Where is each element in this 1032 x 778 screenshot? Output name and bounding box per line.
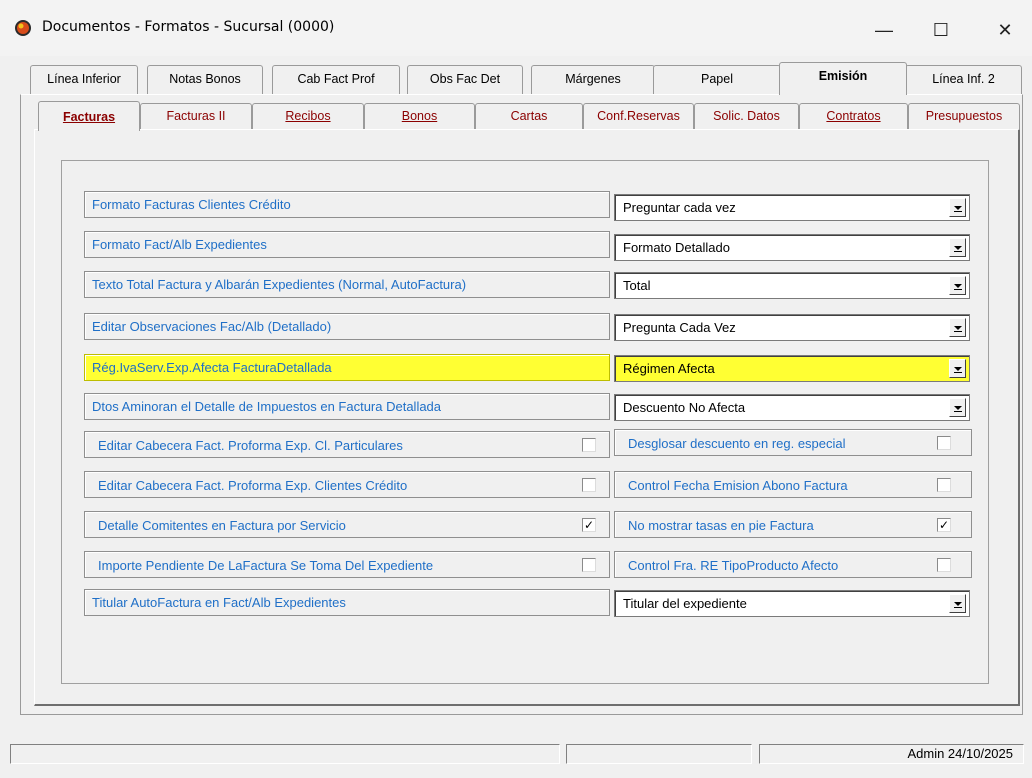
- tab-presupuestos[interactable]: Presupuestos: [908, 103, 1020, 129]
- tab-papel[interactable]: Papel: [653, 65, 781, 94]
- tab-linea-inferior[interactable]: Línea Inferior: [30, 65, 138, 94]
- check-row-no-mostrar-tasas[interactable]: No mostrar tasas en pie Factura ✓: [614, 511, 972, 538]
- select-value: Pregunta Cada Vez: [623, 320, 736, 335]
- app-icon: [15, 20, 31, 36]
- field-label-formato-facturas: Formato Facturas Clientes Crédito: [84, 191, 610, 218]
- checkbox[interactable]: ✓: [582, 518, 596, 532]
- check-row-desglosar-descuento[interactable]: Desglosar descuento en reg. especial: [614, 429, 972, 456]
- select-value: Preguntar cada vez: [623, 200, 736, 215]
- dropdown-arrow-icon[interactable]: [949, 318, 966, 337]
- select-value: Titular del expediente: [623, 596, 747, 611]
- field-label-editar-observaciones: Editar Observaciones Fac/Alb (Detallado): [84, 313, 610, 340]
- select-formato-fact-alb[interactable]: Formato Detallado: [614, 234, 970, 261]
- tab-cartas[interactable]: Cartas: [475, 103, 583, 129]
- tab-facturas[interactable]: Facturas: [38, 101, 140, 131]
- check-row-editar-cabecera-particulares[interactable]: Editar Cabecera Fact. Proforma Exp. Cl. …: [84, 431, 610, 458]
- select-formato-facturas[interactable]: Preguntar cada vez: [614, 194, 970, 221]
- select-value: Formato Detallado: [623, 240, 730, 255]
- select-value: Total: [623, 278, 651, 293]
- checkbox[interactable]: [937, 558, 951, 572]
- title-bar: Documentos - Formatos - Sucursal (0000) …: [0, 0, 1032, 56]
- tab-contratos[interactable]: Contratos: [799, 103, 908, 129]
- check-row-editar-cabecera-credito[interactable]: Editar Cabecera Fact. Proforma Exp. Clie…: [84, 471, 610, 498]
- field-label-dtos-aminoran: Dtos Aminoran el Detalle de Impuestos en…: [84, 393, 610, 420]
- check-label: Detalle Comitentes en Factura por Servic…: [98, 518, 346, 533]
- tab-notas-bonos[interactable]: Notas Bonos: [147, 65, 263, 94]
- check-row-detalle-comitentes[interactable]: Detalle Comitentes en Factura por Servic…: [84, 511, 610, 538]
- tab-bonos[interactable]: Bonos: [364, 103, 475, 129]
- close-button[interactable]: ✕: [982, 10, 1028, 50]
- dropdown-arrow-icon[interactable]: [949, 276, 966, 295]
- check-label: Importe Pendiente De LaFactura Se Toma D…: [98, 558, 434, 573]
- check-row-control-fra-re[interactable]: Control Fra. RE TipoProducto Afecto: [614, 551, 972, 578]
- field-label-reg-iva-serv: Rég.IvaServ.Exp.Afecta FacturaDetallada: [84, 354, 610, 381]
- checkbox[interactable]: [582, 558, 596, 572]
- checkbox[interactable]: [582, 478, 596, 492]
- tab-linea-inf-2[interactable]: Línea Inf. 2: [905, 65, 1022, 94]
- select-titular-autofactura[interactable]: Titular del expediente: [614, 590, 970, 617]
- window-title: Documentos - Formatos - Sucursal (0000): [42, 19, 335, 35]
- tab-cab-fact-prof[interactable]: Cab Fact Prof: [272, 65, 400, 94]
- check-label: Editar Cabecera Fact. Proforma Exp. Clie…: [98, 478, 408, 493]
- select-dtos-aminoran[interactable]: Descuento No Afecta: [614, 394, 970, 421]
- check-label: No mostrar tasas en pie Factura: [628, 518, 814, 533]
- dropdown-arrow-icon[interactable]: [949, 398, 966, 417]
- select-editar-observaciones[interactable]: Pregunta Cada Vez: [614, 314, 970, 341]
- check-label: Editar Cabecera Fact. Proforma Exp. Cl. …: [98, 438, 403, 453]
- dropdown-arrow-icon[interactable]: [949, 359, 966, 378]
- select-texto-total[interactable]: Total: [614, 272, 970, 299]
- status-user-date: Admin 24/10/2025: [907, 746, 1013, 761]
- tab-obs-fac-det[interactable]: Obs Fac Det: [407, 65, 523, 94]
- status-cell-2: [566, 744, 752, 764]
- tab-margenes[interactable]: Márgenes: [531, 65, 655, 94]
- checkbox[interactable]: [582, 438, 596, 452]
- status-cell-1: [10, 744, 560, 764]
- select-value: Régimen Afecta: [623, 361, 715, 376]
- checkbox[interactable]: ✓: [937, 518, 951, 532]
- maximize-button[interactable]: ☐: [918, 10, 964, 50]
- check-label: Control Fra. RE TipoProducto Afecto: [628, 558, 839, 573]
- select-reg-iva-serv[interactable]: Régimen Afecta: [614, 355, 970, 382]
- check-row-importe-pendiente[interactable]: Importe Pendiente De LaFactura Se Toma D…: [84, 551, 610, 578]
- tab-emision[interactable]: Emisión: [779, 62, 907, 95]
- check-label: Control Fecha Emision Abono Factura: [628, 478, 848, 493]
- dropdown-arrow-icon[interactable]: [949, 238, 966, 257]
- checkbox[interactable]: [937, 436, 951, 450]
- minimize-button[interactable]: —: [861, 10, 907, 50]
- tab-solic-datos[interactable]: Solic. Datos: [694, 103, 799, 129]
- status-cell-user-date: Admin 24/10/2025: [759, 744, 1024, 764]
- field-label-titular-autofactura: Titular AutoFactura en Fact/Alb Expedien…: [84, 589, 610, 616]
- tab-recibos[interactable]: Recibos: [252, 103, 364, 129]
- check-row-control-fecha-emision[interactable]: Control Fecha Emision Abono Factura: [614, 471, 972, 498]
- tab-facturas-ii[interactable]: Facturas II: [140, 103, 252, 129]
- checkbox[interactable]: [937, 478, 951, 492]
- dropdown-arrow-icon[interactable]: [949, 198, 966, 217]
- field-label-texto-total: Texto Total Factura y Albarán Expediente…: [84, 271, 610, 298]
- field-label-formato-fact-alb: Formato Fact/Alb Expedientes: [84, 231, 610, 258]
- select-value: Descuento No Afecta: [623, 400, 746, 415]
- check-label: Desglosar descuento en reg. especial: [628, 436, 846, 451]
- dropdown-arrow-icon[interactable]: [949, 594, 966, 613]
- tab-conf-reservas[interactable]: Conf.Reservas: [583, 103, 694, 129]
